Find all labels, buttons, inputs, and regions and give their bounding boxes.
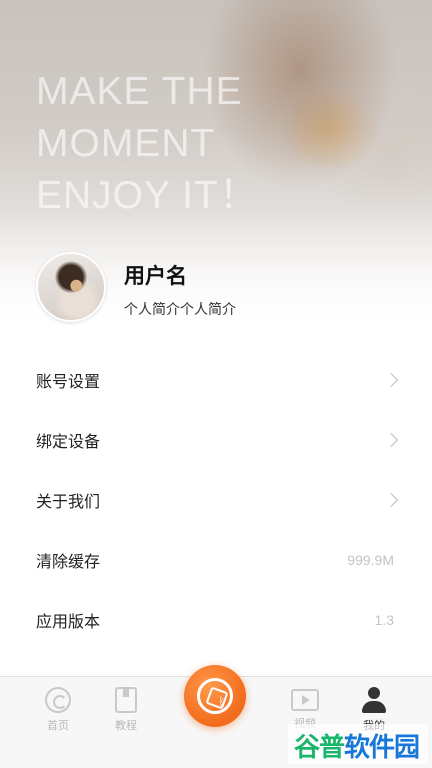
tab-label: 教程 [115,719,137,732]
home-icon [45,687,71,713]
menu-item-label: 绑定设备 [36,432,101,451]
chevron-right-icon [383,432,399,448]
hero-slogan: MAKE THE MOMENT ENJOY IT！ [36,66,296,222]
menu-item-label: 清除缓存 [36,552,101,571]
watermark-part1: 谷普 [294,733,345,763]
menu-item-label: 应用版本 [36,612,101,631]
menu-item-label: 账号设置 [36,372,101,391]
watermark-part2: 软件园 [344,733,420,763]
hero-slogan-line: MAKE THE [36,70,243,113]
bluetooth-icon: ᛒ [218,695,225,708]
chevron-right-icon [383,372,399,388]
settings-menu: 账号设置 绑定设备 关于我们 清除缓存 999.9M 应用版本 1.3 [0,350,432,650]
video-icon [291,689,319,711]
menu-item-app-version: 应用版本 1.3 [0,590,432,650]
username[interactable]: 用户名 [124,260,187,290]
site-watermark: 谷普软件园 [294,727,420,764]
app-version-value: 1.3 [374,612,394,628]
cache-size-value: 999.9M [347,552,394,568]
menu-item-label: 关于我们 [36,492,101,511]
tab-home[interactable]: 首页 [28,687,88,733]
camera-shutter-icon: ᛒ [197,678,233,714]
hero-slogan-line: MOMENT [36,122,216,165]
menu-item-account-settings[interactable]: 账号设置 [0,350,432,410]
chevron-right-icon [383,492,399,508]
center-camera-button[interactable]: ᛒ [184,665,246,727]
avatar[interactable] [36,252,106,322]
book-icon [115,687,137,713]
tab-tutorial[interactable]: 教程 [96,687,156,733]
user-bio: 个人简介个人简介 [124,302,236,318]
menu-item-clear-cache[interactable]: 清除缓存 999.9M [0,530,432,590]
tab-label: 首页 [47,719,69,732]
menu-item-about-us[interactable]: 关于我们 [0,470,432,530]
menu-item-bind-device[interactable]: 绑定设备 [0,410,432,470]
user-icon [361,687,387,713]
